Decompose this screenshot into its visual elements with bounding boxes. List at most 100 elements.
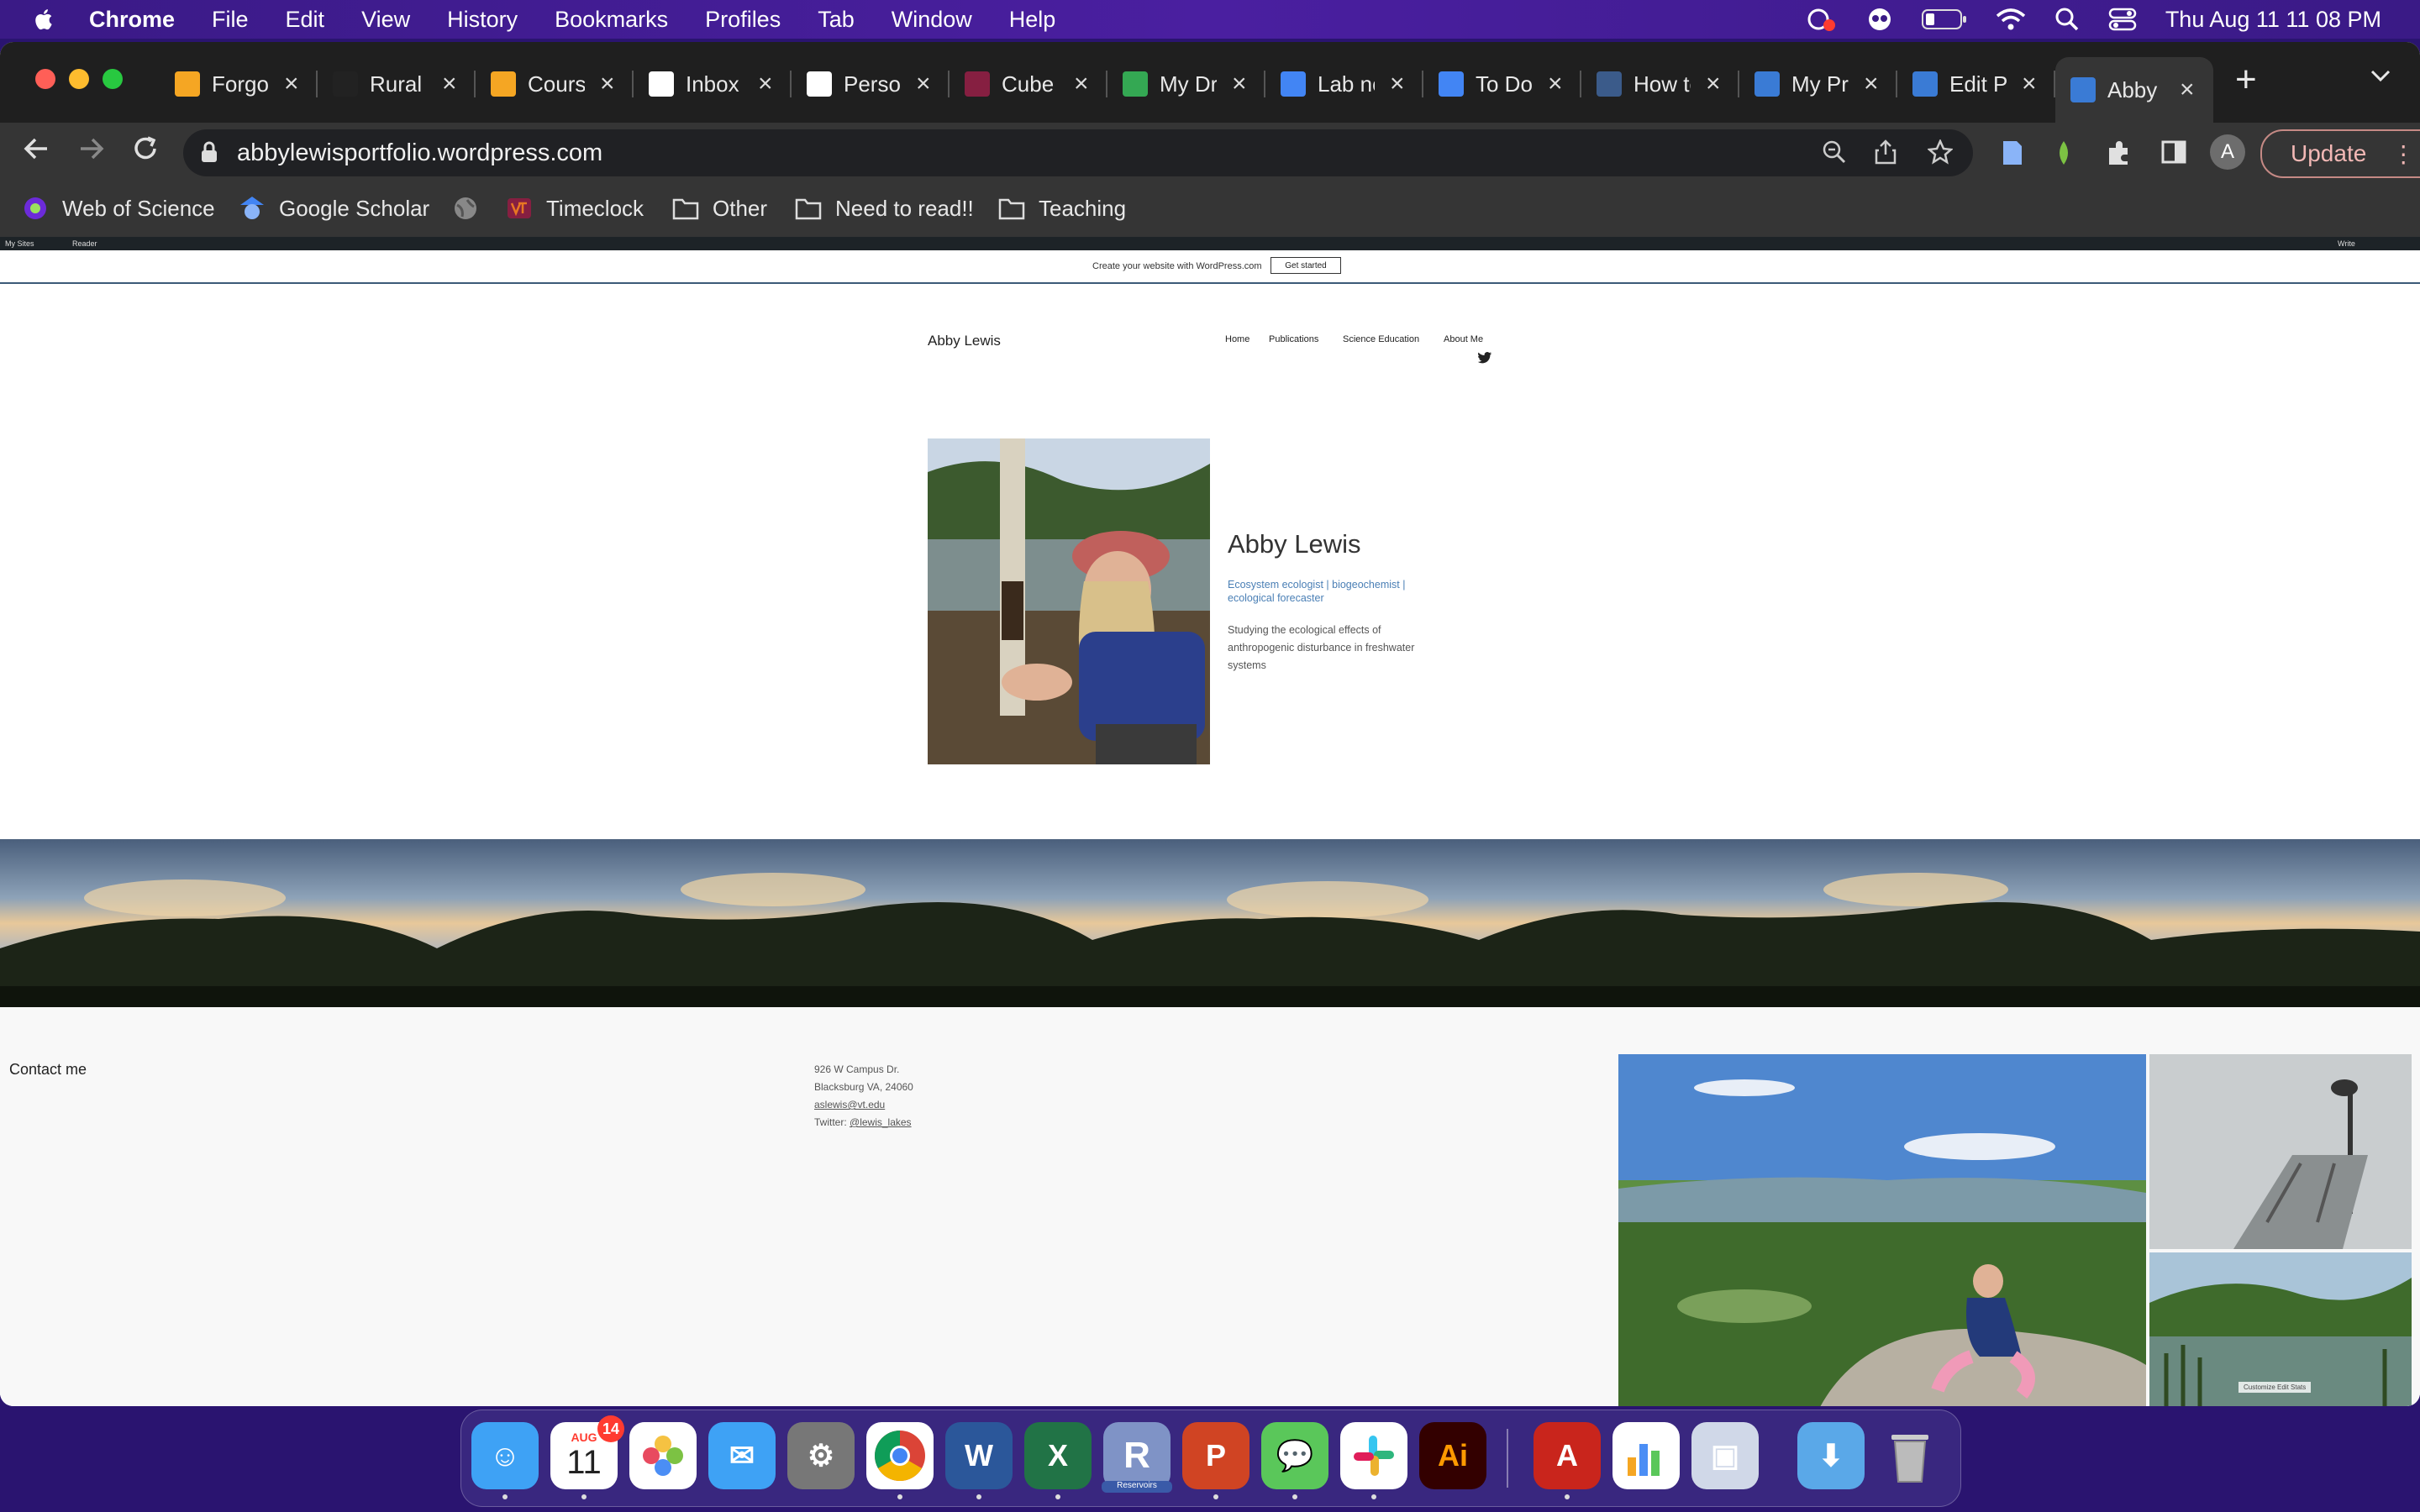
- browser-tab[interactable]: Edit Page ×: [1897, 57, 2055, 111]
- preview-icon[interactable]: ▣: [1691, 1422, 1759, 1489]
- rstudio-icon[interactable]: R: [1103, 1422, 1171, 1489]
- close-tab-icon[interactable]: ×: [1706, 70, 1721, 98]
- side-panel-icon[interactable]: [2161, 139, 2186, 165]
- finder-icon[interactable]: ☺: [471, 1422, 539, 1489]
- menu-bookmarks[interactable]: Bookmarks: [555, 7, 668, 33]
- bookmark-timeclock[interactable]: Timeclock: [506, 195, 644, 222]
- close-tab-icon[interactable]: ×: [1074, 70, 1089, 98]
- twitter-icon[interactable]: [1477, 351, 1492, 365]
- minimize-window-button[interactable]: [69, 69, 89, 89]
- browser-tab[interactable]: Personal ×: [792, 57, 950, 111]
- apple-icon[interactable]: [32, 7, 57, 32]
- browser-tab[interactable]: My Drive ×: [1107, 57, 1265, 111]
- close-tab-icon[interactable]: ×: [758, 70, 773, 98]
- bookmark-star-icon[interactable]: [1928, 139, 1953, 165]
- browser-tab[interactable]: Inbox ×: [634, 57, 792, 111]
- address-bar[interactable]: abbylewisportfolio.wordpress.com: [183, 129, 1973, 176]
- menu-view[interactable]: View: [361, 7, 410, 33]
- calendar-icon[interactable]: AUG 11 14: [550, 1415, 624, 1489]
- control-center-icon[interactable]: [2108, 7, 2137, 32]
- close-window-button[interactable]: [35, 69, 55, 89]
- grammar-extension-icon[interactable]: [2054, 139, 2074, 166]
- menu-chrome[interactable]: Chrome: [89, 7, 175, 33]
- close-tab-icon[interactable]: ×: [2180, 76, 2195, 104]
- chevron-down-icon[interactable]: [2370, 67, 2391, 84]
- get-started-button[interactable]: Get started: [1270, 257, 1341, 274]
- extensions-puzzle-icon[interactable]: [2106, 139, 2133, 166]
- menu-file[interactable]: File: [212, 7, 249, 33]
- photos-icon[interactable]: [629, 1422, 697, 1489]
- spotlight-icon[interactable]: [2054, 7, 2080, 32]
- profile-avatar[interactable]: A: [2210, 134, 2245, 170]
- url-text[interactable]: abbylewisportfolio.wordpress.com: [237, 139, 602, 167]
- acrobat-icon[interactable]: A: [1534, 1422, 1601, 1489]
- email-link[interactable]: aslewis@vt.edu: [814, 1096, 913, 1114]
- wifi-icon[interactable]: [1996, 8, 2026, 31]
- nav-publications[interactable]: Publications: [1269, 334, 1318, 344]
- bookmark-folder-other[interactable]: Other: [672, 195, 767, 222]
- browser-tab[interactable]: Lab notebook ×: [1265, 57, 1423, 111]
- mail-icon[interactable]: ✉: [708, 1422, 776, 1489]
- downloads-folder-icon[interactable]: ⬇: [1797, 1422, 1865, 1489]
- forward-arrow-icon[interactable]: [77, 134, 106, 163]
- site-title[interactable]: Abby Lewis: [928, 333, 1001, 349]
- nav-about-me[interactable]: About Me: [1444, 334, 1483, 344]
- wp-my-sites-link[interactable]: My Sites: [5, 239, 34, 248]
- excel-icon[interactable]: X: [1024, 1422, 1092, 1489]
- nav-home[interactable]: Home: [1225, 334, 1249, 344]
- chrome-icon[interactable]: [866, 1422, 934, 1489]
- close-tab-icon[interactable]: ×: [284, 70, 299, 98]
- close-tab-icon[interactable]: ×: [1390, 70, 1405, 98]
- bookmark-folder-teaching[interactable]: Teaching: [998, 195, 1126, 222]
- menu-edit[interactable]: Edit: [286, 7, 325, 33]
- menu-tab[interactable]: Tab: [818, 7, 855, 33]
- bookmark-google-scholar[interactable]: Google Scholar: [239, 195, 429, 222]
- bookmark-folder-need-to-read[interactable]: Need to read!!: [795, 195, 974, 222]
- browser-tab[interactable]: Forgot ×: [160, 57, 318, 111]
- browser-tab[interactable]: How to ×: [1581, 57, 1739, 111]
- numbers-icon[interactable]: [1612, 1422, 1680, 1489]
- wp-edit-tools[interactable]: Customize Edit Stats: [2238, 1382, 2312, 1393]
- browser-tab[interactable]: Course ×: [476, 57, 634, 111]
- trash-icon[interactable]: [1876, 1422, 1944, 1489]
- wp-reader-link[interactable]: Reader: [72, 239, 97, 248]
- close-tab-icon[interactable]: ×: [442, 70, 457, 98]
- update-button[interactable]: Update ⋮: [2260, 129, 2420, 178]
- nav-science-education[interactable]: Science Education: [1343, 334, 1419, 344]
- bookmark-web-of-science[interactable]: Web of Science: [22, 195, 215, 222]
- messages-icon[interactable]: 💬: [1261, 1422, 1328, 1489]
- word-icon[interactable]: W: [945, 1422, 1013, 1489]
- menu-profiles[interactable]: Profiles: [705, 7, 781, 33]
- twitter-handle-link[interactable]: @lewis_lakes: [850, 1116, 912, 1128]
- close-tab-icon[interactable]: ×: [1232, 70, 1247, 98]
- creative-cloud-icon[interactable]: [1804, 5, 1838, 34]
- close-tab-icon[interactable]: ×: [600, 70, 615, 98]
- browser-tab[interactable]: Abby ×: [2055, 57, 2213, 123]
- fullscreen-window-button[interactable]: [103, 69, 123, 89]
- menu-history[interactable]: History: [447, 7, 518, 33]
- share-icon[interactable]: [1874, 139, 1897, 165]
- illustrator-icon[interactable]: Ai: [1419, 1422, 1486, 1489]
- zoom-icon[interactable]: [1822, 139, 1847, 165]
- slack-icon[interactable]: [1340, 1422, 1407, 1489]
- close-tab-icon[interactable]: ×: [1864, 70, 1879, 98]
- more-menu-icon[interactable]: ⋮: [2391, 140, 2415, 168]
- system-preferences-icon[interactable]: ⚙: [787, 1422, 855, 1489]
- browser-tab[interactable]: My Profile ×: [1739, 57, 1897, 111]
- menu-clock[interactable]: Thu Aug 11 11 08 PM: [2165, 7, 2381, 33]
- reload-icon[interactable]: [131, 134, 160, 163]
- lock-icon[interactable]: [200, 140, 218, 164]
- close-tab-icon[interactable]: ×: [2022, 70, 2037, 98]
- browser-tab[interactable]: To Do ×: [1423, 57, 1581, 111]
- docs-extension-icon[interactable]: [2002, 139, 2023, 166]
- browser-tab[interactable]: Cube ×: [950, 57, 1107, 111]
- menu-help[interactable]: Help: [1009, 7, 1056, 33]
- close-tab-icon[interactable]: ×: [916, 70, 931, 98]
- powerpoint-icon[interactable]: P: [1182, 1422, 1249, 1489]
- wp-write-button[interactable]: Write: [2338, 239, 2355, 248]
- bookmark-globe[interactable]: [452, 195, 492, 222]
- owl-icon[interactable]: [1866, 7, 1893, 32]
- browser-tab[interactable]: Rural ×: [318, 57, 476, 111]
- back-arrow-icon[interactable]: [22, 134, 50, 163]
- close-tab-icon[interactable]: ×: [1548, 70, 1563, 98]
